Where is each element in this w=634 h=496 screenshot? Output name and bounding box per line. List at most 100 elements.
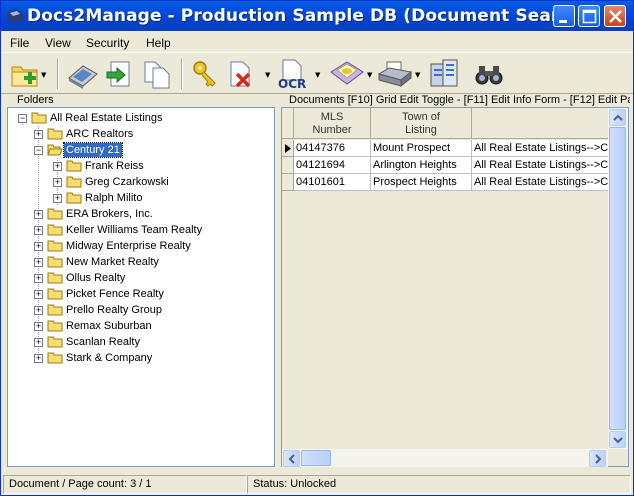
delete-dropdown-icon[interactable]: ▼ (265, 71, 270, 79)
minimize-icon (559, 20, 567, 23)
title-bar[interactable]: Docs2Manage - Production Sample DB (Docu… (1, 1, 633, 31)
expand-icon[interactable]: + (34, 258, 43, 267)
scroll-up-button[interactable] (609, 109, 626, 126)
expand-icon[interactable]: + (34, 226, 43, 235)
table-cell[interactable]: All Real Estate Listings-->Ce (472, 174, 608, 191)
tree-item[interactable]: + Remax Suburban (8, 318, 270, 334)
column-header-mls-number[interactable]: MLS Number (294, 108, 371, 139)
server-button[interactable] (427, 58, 461, 90)
menu-security[interactable]: Security (86, 36, 129, 50)
documents-label: Documents [F10] Grid Edit Toggle - [F11]… (289, 94, 630, 106)
tree-item[interactable]: + Ollus Realty (8, 270, 270, 286)
row-header[interactable] (282, 140, 294, 157)
scan-button[interactable] (65, 58, 99, 90)
vertical-scroll-thumb[interactable] (609, 127, 626, 430)
expand-icon[interactable]: + (34, 210, 43, 219)
new-folder-dropdown-icon[interactable]: ▼ (41, 71, 46, 79)
copy-pages-button[interactable] (141, 58, 173, 90)
table-cell[interactable]: 04101601 (294, 174, 371, 191)
table-cell[interactable]: 04121694 (294, 157, 371, 174)
table-cell[interactable]: All Real Estate Listings-->Ce (472, 157, 608, 174)
column-header-town-of-listing[interactable]: Town of Listing (371, 108, 472, 139)
expand-icon[interactable]: + (34, 306, 43, 315)
ocr-button[interactable]: OCR ▼ (277, 58, 323, 91)
row-header[interactable] (282, 174, 294, 191)
tree-item[interactable]: + Greg Czarkowski (8, 174, 270, 190)
expand-icon[interactable]: + (34, 338, 43, 347)
email-dropdown-icon[interactable]: ▼ (367, 71, 372, 79)
collapse-icon[interactable]: − (18, 114, 27, 123)
tree-item[interactable]: + ARC Realtors (8, 126, 270, 142)
delete-icon (230, 61, 251, 88)
expand-icon[interactable]: + (34, 354, 43, 363)
table-cell[interactable]: 04147376 (294, 140, 371, 157)
scroll-down-button[interactable] (609, 431, 626, 448)
tree-item[interactable]: + Midway Enterprise Realty (8, 238, 270, 254)
print-dropdown-icon[interactable]: ▼ (415, 71, 420, 79)
expand-icon[interactable]: + (53, 178, 62, 187)
import-button[interactable] (103, 58, 135, 90)
table-cell[interactable]: All Real Estate Listings-->Ce (472, 140, 608, 157)
row-header[interactable] (282, 157, 294, 174)
tree-root[interactable]: − All Real Estate Listings (8, 110, 268, 126)
app-icon (7, 9, 23, 23)
ocr-text: OCR (278, 77, 306, 90)
menu-view[interactable]: View (45, 36, 71, 50)
tree-item[interactable]: + Keller Williams Team Realty (8, 222, 270, 238)
tree-item[interactable]: + ERA Brokers, Inc. (8, 206, 270, 222)
table-cell[interactable]: Prospect Heights (371, 174, 472, 191)
vertical-scrollbar[interactable] (608, 108, 628, 449)
tree-item[interactable]: + Frank Reiss (8, 158, 270, 174)
scroll-right-button[interactable] (589, 450, 606, 467)
folder-icon (47, 128, 63, 140)
expand-icon[interactable]: + (34, 290, 43, 299)
menu-file[interactable]: File (10, 36, 29, 50)
import-icon (106, 61, 130, 87)
folder-icon (47, 320, 63, 332)
tree-item-label: Picket Fence Realty (66, 288, 164, 300)
folder-icon (47, 336, 63, 348)
tree-item-label: Ralph Milito (85, 192, 143, 204)
expand-icon[interactable]: + (34, 274, 43, 283)
tree-item[interactable]: + Picket Fence Realty (8, 286, 270, 302)
column-header-folder[interactable] (472, 108, 608, 139)
tree-item[interactable]: + Ralph Milito (8, 190, 270, 206)
horizontal-scrollbar[interactable] (282, 449, 608, 467)
print-button[interactable]: ▼ (377, 58, 423, 90)
expand-icon[interactable]: + (34, 242, 43, 251)
collapse-icon[interactable]: − (34, 146, 43, 155)
expand-icon[interactable]: + (34, 322, 43, 331)
table-cell[interactable]: Mount Prospect (371, 140, 472, 157)
security-key-button[interactable] (189, 58, 221, 90)
folder-icon (47, 208, 63, 220)
binoculars-icon (475, 66, 503, 85)
minimize-button[interactable] (553, 5, 575, 27)
maximize-button[interactable] (578, 5, 600, 27)
tree-item[interactable]: + Prello Realty Group (8, 302, 270, 318)
documents-grid[interactable]: MLS Number Town of Listing 04147376 Mount… (281, 107, 629, 467)
expand-icon[interactable]: + (53, 194, 62, 203)
scanner-icon (68, 65, 98, 89)
tree-item[interactable]: + New Market Realty (8, 254, 270, 270)
tree-item[interactable]: + Scanlan Realty (8, 334, 270, 350)
email-button[interactable]: ▼ (329, 58, 375, 90)
pane-splitter[interactable] (276, 94, 280, 468)
tree-item[interactable]: + Stark & Company (8, 350, 270, 366)
column-header-mls-line2: Number (312, 124, 352, 136)
delete-button[interactable]: ▼ (225, 58, 273, 90)
search-button[interactable] (473, 58, 507, 90)
table-cell[interactable]: Arlington Heights (371, 157, 472, 174)
folder-icon (47, 224, 63, 236)
expand-icon[interactable]: + (53, 162, 62, 171)
menu-help[interactable]: Help (146, 36, 171, 50)
new-folder-button[interactable]: ▼ (9, 58, 47, 90)
horizontal-scroll-thumb[interactable] (301, 450, 331, 466)
folder-tree[interactable]: − All Real Estate Listings + ARC Realtors… (7, 107, 275, 467)
tree-item-label: ARC Realtors (66, 128, 134, 140)
ocr-dropdown-icon[interactable]: ▼ (315, 71, 320, 79)
scroll-left-button[interactable] (283, 450, 300, 467)
tree-item[interactable]: − Century 21 (8, 142, 270, 158)
expand-icon[interactable]: + (34, 130, 43, 139)
close-button[interactable] (604, 5, 626, 27)
chevron-right-icon (595, 454, 602, 464)
